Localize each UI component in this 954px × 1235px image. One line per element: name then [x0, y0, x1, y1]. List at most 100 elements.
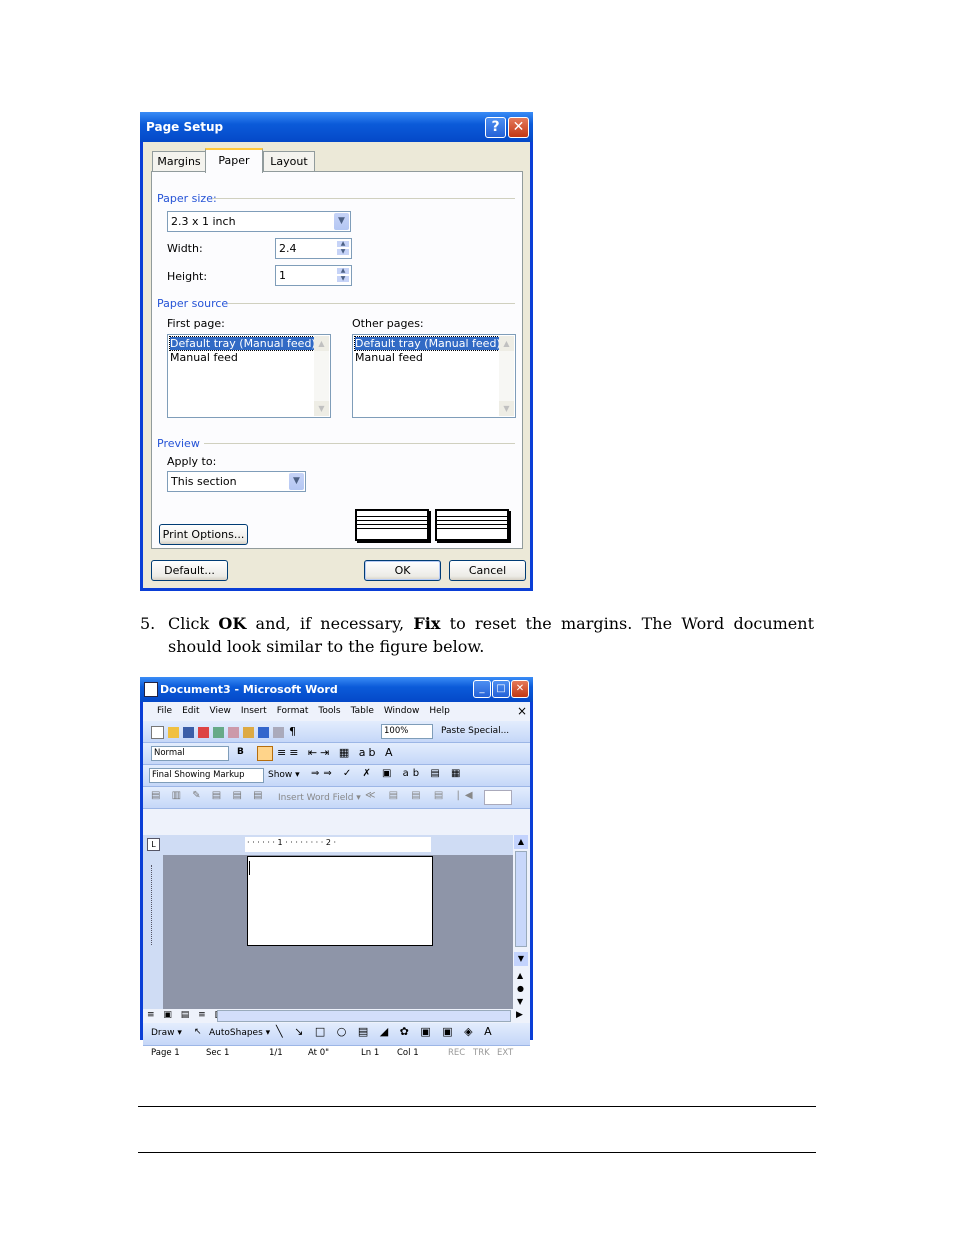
- step-text: Click OK and, if necessary, Fix to reset…: [168, 614, 814, 656]
- dialog-title-bar[interactable]: Page Setup ? ✕: [140, 112, 533, 142]
- insert-word-field-button[interactable]: Insert Word Field ▾: [278, 793, 361, 803]
- scroll-up-icon[interactable]: ▲: [514, 835, 528, 849]
- menu-window[interactable]: Window: [384, 706, 420, 716]
- apply-to-select[interactable]: This section ▼: [167, 471, 306, 492]
- default-button[interactable]: Default...: [151, 560, 228, 581]
- maximize-icon[interactable]: □: [492, 680, 510, 698]
- tab-margins[interactable]: Margins: [152, 151, 206, 172]
- select-objects-icon[interactable]: ↖: [194, 1027, 202, 1037]
- status-ext[interactable]: EXT: [497, 1048, 513, 1058]
- menu-file[interactable]: File: [157, 706, 172, 716]
- menu-edit[interactable]: Edit: [182, 706, 199, 716]
- format-painter-icon[interactable]: [243, 727, 254, 738]
- list-item[interactable]: Default tray (Manual feed): [353, 336, 502, 351]
- vertical-scrollbar[interactable]: ▲ ▼ ▲ ● ▼: [513, 835, 530, 1009]
- spinner-arrows-icon[interactable]: ▲ ▼: [336, 240, 350, 257]
- save-icon[interactable]: [183, 727, 194, 738]
- dialog-title: Page Setup: [146, 120, 224, 134]
- scroll-down-icon[interactable]: ▼: [514, 952, 528, 966]
- ok-button[interactable]: OK: [364, 560, 441, 581]
- menu-insert[interactable]: Insert: [241, 706, 267, 716]
- status-trk[interactable]: TRK: [473, 1048, 490, 1058]
- zoom-select[interactable]: 100%: [381, 724, 433, 739]
- chevron-down-icon[interactable]: ▼: [334, 213, 349, 230]
- review-icons[interactable]: ⇒⇒ ✓ ✗ ▣ ab ▤ ▦: [311, 768, 464, 779]
- undo-icon[interactable]: [258, 727, 269, 738]
- menu-close-button[interactable]: ×: [517, 704, 527, 718]
- tab-paper[interactable]: Paper: [205, 148, 263, 173]
- redo-icon[interactable]: [273, 727, 284, 738]
- status-section: Sec 1: [206, 1048, 230, 1058]
- scroll-down-icon[interactable]: ▼: [314, 401, 329, 416]
- first-page-label: First page:: [167, 317, 225, 330]
- group-divider: [212, 198, 515, 199]
- permission-icon[interactable]: [198, 727, 209, 738]
- fix-emphasis: Fix: [413, 614, 441, 633]
- scroll-up-icon[interactable]: ▲: [314, 336, 329, 351]
- width-label: Width:: [167, 242, 203, 255]
- draw-menu[interactable]: Draw ▾: [151, 1028, 182, 1038]
- scroll-right-icon[interactable]: ▶: [516, 1010, 523, 1020]
- horizontal-ruler[interactable]: L · · · · · · 1 · · · · · · · · 2 ·: [143, 835, 530, 855]
- menu-format[interactable]: Format: [277, 706, 309, 716]
- document-page[interactable]: [247, 856, 433, 946]
- chevron-down-icon[interactable]: ▼: [289, 473, 304, 490]
- display-for-review-select[interactable]: Final Showing Markup: [149, 768, 264, 783]
- standard-toolbar: ¶ 100% Paste Special...: [143, 721, 530, 743]
- scroll-thumb[interactable]: [515, 851, 527, 947]
- alignment-icons[interactable]: ≡≡ ⇤⇥ ▦ ab A: [277, 746, 396, 759]
- drawing-tool-icons[interactable]: ╲ ↘ □ ○ ▤ ◢ ✿ ▣ ▣ ◈ A: [276, 1025, 496, 1038]
- list-item[interactable]: Manual feed: [168, 351, 330, 365]
- browse-object-icons[interactable]: ▲ ● ▼: [517, 969, 524, 1008]
- paper-size-select[interactable]: 2.3 x 1 inch ▼: [167, 211, 351, 232]
- align-left-icon[interactable]: [257, 746, 273, 761]
- menu-view[interactable]: View: [210, 706, 231, 716]
- scroll-down-icon[interactable]: ▼: [499, 401, 514, 416]
- menu-help[interactable]: Help: [429, 706, 450, 716]
- footer-rule-bottom: [138, 1152, 816, 1153]
- first-page-list[interactable]: Default tray (Manual feed) Manual feed ▲…: [167, 334, 331, 418]
- menu-table[interactable]: Table: [351, 706, 374, 716]
- scroll-up-icon[interactable]: ▲: [499, 336, 514, 351]
- height-spinner[interactable]: 1 ▲ ▼: [275, 265, 352, 286]
- close-button[interactable]: ✕: [508, 117, 529, 138]
- record-nav-icons[interactable]: ≪ ▤ ▤ ▤ |◀ ◀: [365, 790, 498, 801]
- vertical-ruler[interactable]: [143, 855, 163, 1009]
- view-mode-icons[interactable]: ≡ ▣ ▤ ≡ ▥: [147, 1010, 226, 1020]
- autoshapes-menu[interactable]: AutoShapes ▾: [209, 1028, 270, 1038]
- record-number-field[interactable]: [484, 790, 512, 805]
- close-icon[interactable]: ✕: [511, 680, 529, 698]
- word-title-bar[interactable]: Document3 - Microsoft Word _ □ ✕: [140, 677, 533, 702]
- status-rec[interactable]: REC: [448, 1048, 465, 1058]
- new-document-icon[interactable]: [151, 726, 164, 739]
- spelling-icon[interactable]: [213, 727, 224, 738]
- open-icon[interactable]: [168, 727, 179, 738]
- word-window: Document3 - Microsoft Word _ □ ✕ File Edi…: [140, 677, 533, 1058]
- preview-page-2: [435, 509, 509, 541]
- paste-icon[interactable]: [228, 727, 239, 738]
- horizontal-scroll-thumb[interactable]: [217, 1010, 511, 1022]
- spinner-arrows-icon[interactable]: ▲ ▼: [336, 267, 350, 284]
- height-value: 1: [279, 269, 286, 282]
- paste-special-button[interactable]: Paste Special...: [441, 726, 509, 736]
- scrollbar[interactable]: ▲ ▼: [499, 336, 514, 416]
- paragraph-mark-icon[interactable]: ¶: [289, 725, 296, 738]
- tab-layout[interactable]: Layout: [263, 151, 315, 172]
- cancel-button[interactable]: Cancel: [449, 560, 526, 581]
- bold-icon[interactable]: B: [237, 747, 244, 757]
- status-column: Col 1: [397, 1048, 419, 1058]
- help-button[interactable]: ?: [485, 117, 506, 138]
- style-select[interactable]: Normal: [151, 746, 229, 761]
- show-menu[interactable]: Show ▾: [268, 770, 300, 780]
- list-item[interactable]: Default tray (Manual feed): [168, 336, 317, 351]
- other-pages-list[interactable]: Default tray (Manual feed) Manual feed ▲…: [352, 334, 516, 418]
- width-spinner[interactable]: 2.4 ▲ ▼: [275, 238, 352, 259]
- minimize-icon[interactable]: _: [473, 680, 491, 698]
- scrollbar[interactable]: ▲ ▼: [314, 336, 329, 416]
- tab-stop-icon[interactable]: L: [147, 838, 160, 851]
- horizontal-scrollbar[interactable]: ≡ ▣ ▤ ≡ ▥ ▶: [143, 1009, 530, 1023]
- menu-tools[interactable]: Tools: [318, 706, 340, 716]
- list-item[interactable]: Manual feed: [353, 351, 515, 365]
- print-options-button[interactable]: Print Options...: [159, 524, 248, 545]
- mail-merge-icons[interactable]: ▤ ▥ ✎ ▤ ▤ ▤: [151, 790, 267, 801]
